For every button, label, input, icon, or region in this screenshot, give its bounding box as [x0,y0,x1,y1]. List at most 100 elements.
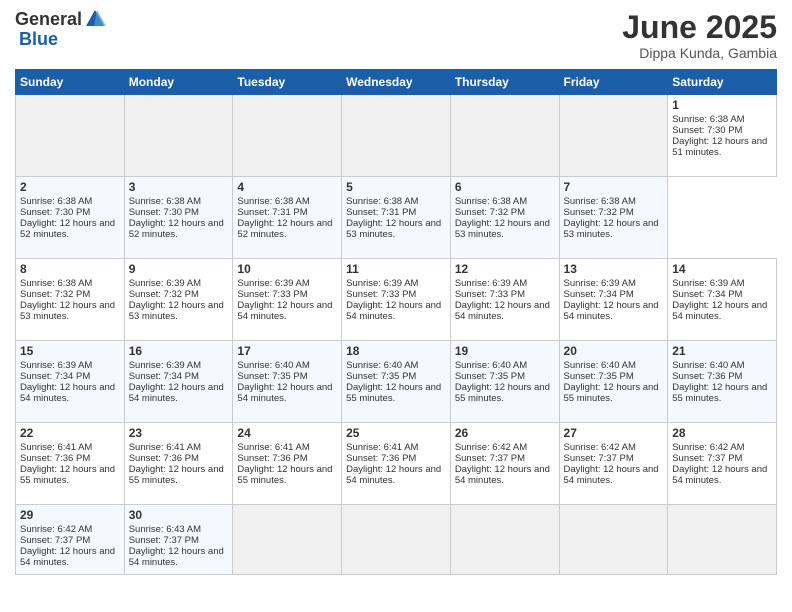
calendar-cell [450,505,559,575]
daylight-label: Daylight: 12 hours and 52 minutes. [237,218,332,240]
calendar-cell: 1 Sunrise: 6:38 AM Sunset: 7:30 PM Dayli… [668,95,777,177]
sunrise-label: Sunrise: 6:40 AM [564,360,636,371]
sunset-label: Sunset: 7:35 PM [346,371,416,382]
daylight-label: Daylight: 12 hours and 53 minutes. [20,300,115,322]
calendar-cell: 24 Sunrise: 6:41 AM Sunset: 7:36 PM Dayl… [233,423,342,505]
calendar-cell: 14 Sunrise: 6:39 AM Sunset: 7:34 PM Dayl… [668,259,777,341]
day-number: 20 [564,344,664,358]
sunset-label: Sunset: 7:36 PM [20,453,90,464]
calendar-cell: 9 Sunrise: 6:39 AM Sunset: 7:32 PM Dayli… [124,259,233,341]
day-number: 16 [129,344,229,358]
calendar-cell: 5 Sunrise: 6:38 AM Sunset: 7:31 PM Dayli… [342,177,451,259]
day-number: 14 [672,262,772,276]
calendar-cell: 17 Sunrise: 6:40 AM Sunset: 7:35 PM Dayl… [233,341,342,423]
calendar-header-cell: Monday [124,70,233,95]
day-number: 6 [455,180,555,194]
day-number: 11 [346,262,446,276]
day-number: 21 [672,344,772,358]
calendar-cell: 22 Sunrise: 6:41 AM Sunset: 7:36 PM Dayl… [16,423,125,505]
sunset-label: Sunset: 7:36 PM [346,453,416,464]
calendar-header-cell: Tuesday [233,70,342,95]
daylight-label: Daylight: 12 hours and 52 minutes. [20,218,115,240]
sunrise-label: Sunrise: 6:42 AM [672,442,744,453]
sunrise-label: Sunrise: 6:39 AM [129,278,201,289]
sunrise-label: Sunrise: 6:40 AM [455,360,527,371]
daylight-label: Daylight: 12 hours and 54 minutes. [237,300,332,322]
calendar-table: SundayMondayTuesdayWednesdayThursdayFrid… [15,69,777,575]
calendar-header-cell: Wednesday [342,70,451,95]
daylight-label: Daylight: 12 hours and 53 minutes. [455,218,550,240]
calendar-cell: 21 Sunrise: 6:40 AM Sunset: 7:36 PM Dayl… [668,341,777,423]
calendar-cell: 2 Sunrise: 6:38 AM Sunset: 7:30 PM Dayli… [16,177,125,259]
calendar-cell: 4 Sunrise: 6:38 AM Sunset: 7:31 PM Dayli… [233,177,342,259]
calendar-cell: 6 Sunrise: 6:38 AM Sunset: 7:32 PM Dayli… [450,177,559,259]
calendar-cell: 13 Sunrise: 6:39 AM Sunset: 7:34 PM Dayl… [559,259,668,341]
daylight-label: Daylight: 12 hours and 55 minutes. [237,464,332,486]
calendar-cell [342,505,451,575]
sunrise-label: Sunrise: 6:39 AM [346,278,418,289]
day-number: 10 [237,262,337,276]
daylight-label: Daylight: 12 hours and 54 minutes. [564,464,659,486]
day-number: 2 [20,180,120,194]
calendar-cell: 19 Sunrise: 6:40 AM Sunset: 7:35 PM Dayl… [450,341,559,423]
calendar-cell [450,95,559,177]
calendar-cell: 30 Sunrise: 6:43 AM Sunset: 7:37 PM Dayl… [124,505,233,575]
sunrise-label: Sunrise: 6:41 AM [129,442,201,453]
day-number: 1 [672,98,772,112]
daylight-label: Daylight: 12 hours and 54 minutes. [455,464,550,486]
day-number: 8 [20,262,120,276]
sunset-label: Sunset: 7:35 PM [237,371,307,382]
sunrise-label: Sunrise: 6:41 AM [346,442,418,453]
sunrise-label: Sunrise: 6:38 AM [237,196,309,207]
day-number: 17 [237,344,337,358]
day-number: 24 [237,426,337,440]
calendar-week-row: 1 Sunrise: 6:38 AM Sunset: 7:30 PM Dayli… [16,95,777,177]
daylight-label: Daylight: 12 hours and 55 minutes. [346,382,441,404]
sunset-label: Sunset: 7:33 PM [346,289,416,300]
sunset-label: Sunset: 7:34 PM [129,371,199,382]
calendar-cell: 23 Sunrise: 6:41 AM Sunset: 7:36 PM Dayl… [124,423,233,505]
day-number: 22 [20,426,120,440]
daylight-label: Daylight: 12 hours and 54 minutes. [20,382,115,404]
sunset-label: Sunset: 7:30 PM [20,207,90,218]
logo-icon [84,8,106,30]
calendar-week-row: 8 Sunrise: 6:38 AM Sunset: 7:32 PM Dayli… [16,259,777,341]
day-number: 15 [20,344,120,358]
daylight-label: Daylight: 12 hours and 54 minutes. [129,382,224,404]
sunrise-label: Sunrise: 6:38 AM [20,196,92,207]
daylight-label: Daylight: 12 hours and 51 minutes. [672,136,767,158]
sunset-label: Sunset: 7:30 PM [129,207,199,218]
page: General Blue June 2025 Dippa Kunda, Gamb… [0,0,792,612]
sunset-label: Sunset: 7:34 PM [564,289,634,300]
sunset-label: Sunset: 7:33 PM [455,289,525,300]
sunrise-label: Sunrise: 6:39 AM [237,278,309,289]
sunset-label: Sunset: 7:34 PM [672,289,742,300]
sunset-label: Sunset: 7:37 PM [672,453,742,464]
calendar-cell: 11 Sunrise: 6:39 AM Sunset: 7:33 PM Dayl… [342,259,451,341]
sunset-label: Sunset: 7:35 PM [455,371,525,382]
calendar-cell: 27 Sunrise: 6:42 AM Sunset: 7:37 PM Dayl… [559,423,668,505]
calendar-cell: 10 Sunrise: 6:39 AM Sunset: 7:33 PM Dayl… [233,259,342,341]
daylight-label: Daylight: 12 hours and 52 minutes. [129,218,224,240]
month-title: June 2025 [622,10,777,45]
sunset-label: Sunset: 7:37 PM [564,453,634,464]
calendar-cell: 18 Sunrise: 6:40 AM Sunset: 7:35 PM Dayl… [342,341,451,423]
sunrise-label: Sunrise: 6:38 AM [20,278,92,289]
calendar-cell [233,505,342,575]
daylight-label: Daylight: 12 hours and 55 minutes. [564,382,659,404]
daylight-label: Daylight: 12 hours and 55 minutes. [672,382,767,404]
day-number: 29 [20,508,120,522]
sunrise-label: Sunrise: 6:39 AM [564,278,636,289]
day-number: 28 [672,426,772,440]
sunrise-label: Sunrise: 6:39 AM [455,278,527,289]
calendar-cell [342,95,451,177]
daylight-label: Daylight: 12 hours and 54 minutes. [346,300,441,322]
sunrise-label: Sunrise: 6:40 AM [672,360,744,371]
sunset-label: Sunset: 7:36 PM [672,371,742,382]
daylight-label: Daylight: 12 hours and 55 minutes. [455,382,550,404]
daylight-label: Daylight: 12 hours and 54 minutes. [237,382,332,404]
sunrise-label: Sunrise: 6:40 AM [346,360,418,371]
sunrise-label: Sunrise: 6:41 AM [237,442,309,453]
sunrise-label: Sunrise: 6:38 AM [564,196,636,207]
sunset-label: Sunset: 7:36 PM [237,453,307,464]
